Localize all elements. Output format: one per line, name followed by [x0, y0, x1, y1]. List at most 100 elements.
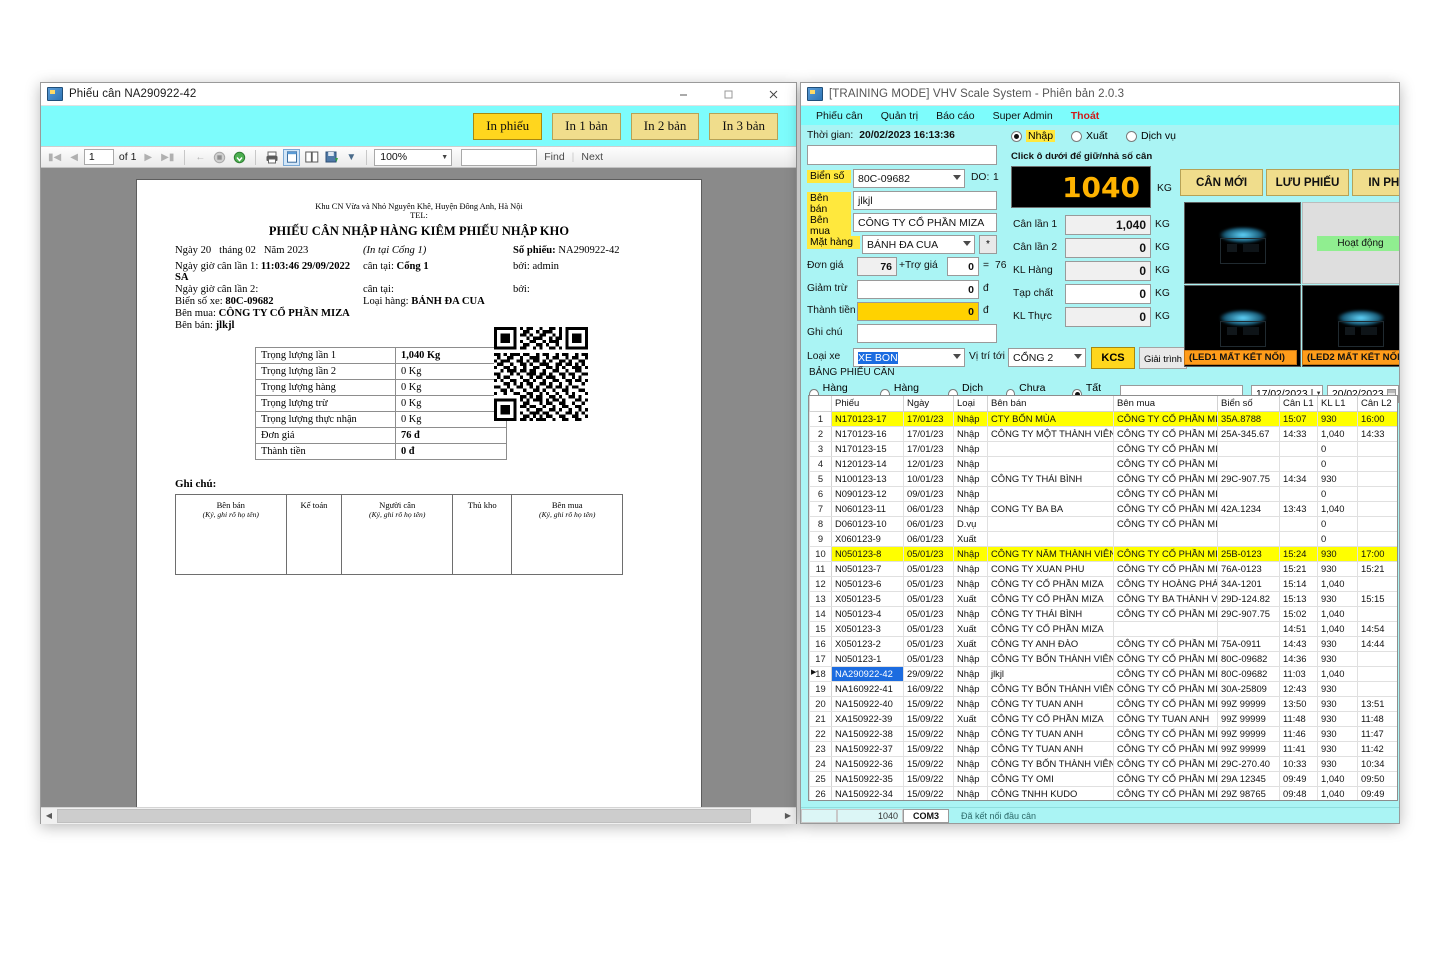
menu-bao-cao[interactable]: Báo cáo [927, 110, 984, 122]
cell-can-l2[interactable]: 17:00 [1357, 545, 1397, 562]
cell-ben-ban[interactable] [987, 455, 1114, 472]
cell-kl-l1[interactable]: 1,040 [1317, 425, 1358, 442]
cell-bien-so[interactable] [1217, 485, 1280, 502]
cell-kl-l1[interactable]: 930 [1317, 725, 1358, 742]
cell-ben-ban[interactable]: CÔNG TY THÁI BÌNH [987, 470, 1114, 487]
table-row[interactable]: 17 N050123-1 05/01/23 Nhập CÔNG TY BỐN THÀNH… [809, 650, 1397, 667]
previous-page-icon[interactable]: ◀ [67, 152, 81, 163]
cell-ben-ban[interactable]: CÔNG TY CỔ PHẦN MIZA [987, 710, 1114, 727]
cell-ben-ban[interactable]: CÔNG TY TUAN ANH [987, 695, 1114, 712]
cell-ngay[interactable]: 05/01/23 [903, 545, 954, 562]
can-moi-button[interactable]: CÂN MỚI [1180, 169, 1263, 196]
cell-kl-l1[interactable]: 1,040 [1317, 785, 1358, 800]
cell-ben-mua[interactable]: CÔNG TY HOÀNG PHÁT [1113, 575, 1218, 592]
cell-can-l2[interactable] [1357, 650, 1397, 667]
cell-ben-mua[interactable]: CÔNG TY CỔ PHẦN MIZA [1113, 770, 1218, 787]
mode-radio-xuat[interactable]: Xuất [1071, 130, 1108, 142]
cell-phieu[interactable]: N170123-17 [831, 410, 904, 427]
cell-phieu[interactable]: NA160922-41 [831, 680, 904, 697]
find-button[interactable]: Find [540, 151, 568, 163]
cell-ngay[interactable]: 05/01/23 [903, 560, 954, 577]
two-page-icon[interactable] [303, 149, 320, 166]
cell-phieu[interactable]: NA150922-34 [831, 785, 904, 800]
cell-ngay[interactable]: 15/09/22 [903, 725, 954, 742]
print-phieu-button[interactable]: In phiếu [473, 112, 543, 140]
cell-ngay[interactable]: 15/09/22 [903, 755, 954, 772]
table-row[interactable]: 26 NA150922-34 15/09/22 Nhập CÔNG TNHH KUDO C… [809, 785, 1397, 800]
cell-ben-mua[interactable]: CÔNG TY CỔ PHẦN MIZA [1113, 545, 1218, 562]
mode-radio-nhap[interactable]: Nhập [1011, 130, 1056, 142]
cell-ben-ban[interactable] [987, 485, 1114, 502]
cell-ben-ban[interactable] [987, 440, 1114, 457]
cell-can-l2[interactable]: 16:00 [1357, 410, 1397, 427]
cell-ngay[interactable]: 15/09/22 [903, 695, 954, 712]
cell-loai[interactable]: Xuất [953, 710, 988, 727]
cell-kl-l1[interactable]: 930 [1317, 635, 1358, 652]
cell-can-l1[interactable]: 14:36 [1279, 650, 1318, 667]
maximize-button[interactable] [706, 83, 751, 105]
cell-can-l2[interactable]: 11:42 [1357, 740, 1397, 757]
cell-can-l2[interactable]: 11:48 [1357, 710, 1397, 727]
cell-ngay[interactable]: 05/01/23 [903, 590, 954, 607]
cell-bien-so[interactable] [1217, 620, 1280, 637]
cell-phieu[interactable]: X050123-3 [831, 620, 904, 637]
cell-loai[interactable]: Nhập [953, 425, 988, 442]
cell-ngay[interactable]: 17/01/23 [903, 410, 954, 427]
table-row[interactable]: 2 N170123-16 17/01/23 Nhập CÔNG TY MỘT THÀNH… [809, 425, 1397, 442]
cell-ben-mua[interactable]: CÔNG TY CỔ PHẦN MIZA [1113, 425, 1218, 442]
cell-loai[interactable]: Nhập [953, 545, 988, 562]
print-1-copy-button[interactable]: In 1 bản [552, 112, 621, 140]
cell-ben-ban[interactable]: CÔNG TY BỐN THÀNH VIÊN [987, 650, 1114, 667]
cell-ngay[interactable]: 05/01/23 [903, 635, 954, 652]
cell-ngay[interactable]: 15/09/22 [903, 785, 954, 800]
cell-bien-so[interactable]: 25B-0123 [1217, 545, 1280, 562]
cell-phieu[interactable]: N050123-1 [831, 650, 904, 667]
cell-loai[interactable]: Nhập [953, 605, 988, 622]
cell-bien-so[interactable]: 29A 12345 [1217, 770, 1280, 787]
cell-loai[interactable]: Nhập [953, 755, 988, 772]
cell-kl-l1[interactable]: 0 [1317, 485, 1358, 502]
cell-ngay[interactable]: 05/01/23 [903, 620, 954, 637]
cell-kl-l1[interactable]: 0 [1317, 530, 1358, 547]
cell-ben-ban[interactable]: CONG TY BA BA [987, 500, 1114, 517]
ben-ban-input[interactable]: jlkjl [853, 191, 997, 210]
cell-can-l1[interactable]: 09:48 [1279, 785, 1318, 800]
cell-kl-l1[interactable]: 1,040 [1317, 665, 1358, 682]
cell-ben-ban[interactable]: CÔNG TY TUAN ANH [987, 740, 1114, 757]
cell-ben-mua[interactable] [1113, 530, 1218, 547]
table-row[interactable]: 1 N170123-17 17/01/23 Nhập CTY BỐN MÙA CÔNG T… [809, 410, 1397, 427]
ben-mua-input[interactable]: CÔNG TY CỔ PHẦN MIZA [853, 213, 997, 232]
cell-ben-mua[interactable]: CÔNG TY CỔ PHẦN MIZA [1113, 725, 1218, 742]
cell-phieu[interactable]: X060123-9 [831, 530, 904, 547]
cell-can-l2[interactable] [1357, 470, 1397, 487]
cell-can-l1[interactable]: 15:02 [1279, 605, 1318, 622]
table-row[interactable]: 8 D060123-10 06/01/23 D.vụ CÔNG TY CỔ PHẦN M… [809, 515, 1397, 532]
cell-loai[interactable]: Nhập [953, 410, 988, 427]
cell-phieu[interactable]: NA150922-38 [831, 725, 904, 742]
giai-trinh-button[interactable]: Giải trình [1139, 347, 1187, 369]
cell-loai[interactable]: Nhập [953, 770, 988, 787]
cell-phieu[interactable]: NA290922-42 [831, 665, 904, 682]
cell-kl-l1[interactable]: 1,040 [1317, 605, 1358, 622]
table-row[interactable]: 19 NA160922-41 16/09/22 Nhập CÔNG TY BỐN THÀ… [809, 680, 1397, 697]
cell-loai[interactable]: D.vụ [953, 515, 988, 532]
export-save-icon[interactable] [323, 149, 340, 166]
cell-ben-mua[interactable]: CÔNG TY CỔ PHẦN MIZA [1113, 650, 1218, 667]
cell-ben-mua[interactable]: CÔNG TY CỔ PHẦN MIZA [1113, 440, 1218, 457]
cell-kl-l1[interactable]: 930 [1317, 740, 1358, 757]
cell-ben-mua[interactable]: CÔNG TY CỔ PHẦN MIZA [1113, 755, 1218, 772]
cell-can-l2[interactable]: 14:44 [1357, 635, 1397, 652]
cell-can-l2[interactable] [1357, 680, 1397, 697]
cell-ben-ban[interactable]: jlkjl [987, 665, 1114, 682]
col-bien-so[interactable]: Biển số [1217, 396, 1280, 412]
cell-phieu[interactable]: NA150922-35 [831, 770, 904, 787]
cell-bien-so[interactable]: 30A-25809 [1217, 680, 1280, 697]
zoom-select[interactable]: 100% ▼ [374, 148, 453, 166]
find-next-button[interactable]: Next [577, 151, 607, 163]
loai-xe-combo[interactable]: XE BON [853, 348, 965, 367]
cell-ben-ban[interactable]: CTY BỐN MÙA [987, 410, 1114, 427]
cell-can-l1[interactable]: 11:41 [1279, 740, 1318, 757]
back-icon[interactable]: ← [192, 152, 208, 163]
cell-bien-so[interactable]: 99Z 99999 [1217, 725, 1280, 742]
cell-bien-so[interactable]: 99Z 99999 [1217, 695, 1280, 712]
